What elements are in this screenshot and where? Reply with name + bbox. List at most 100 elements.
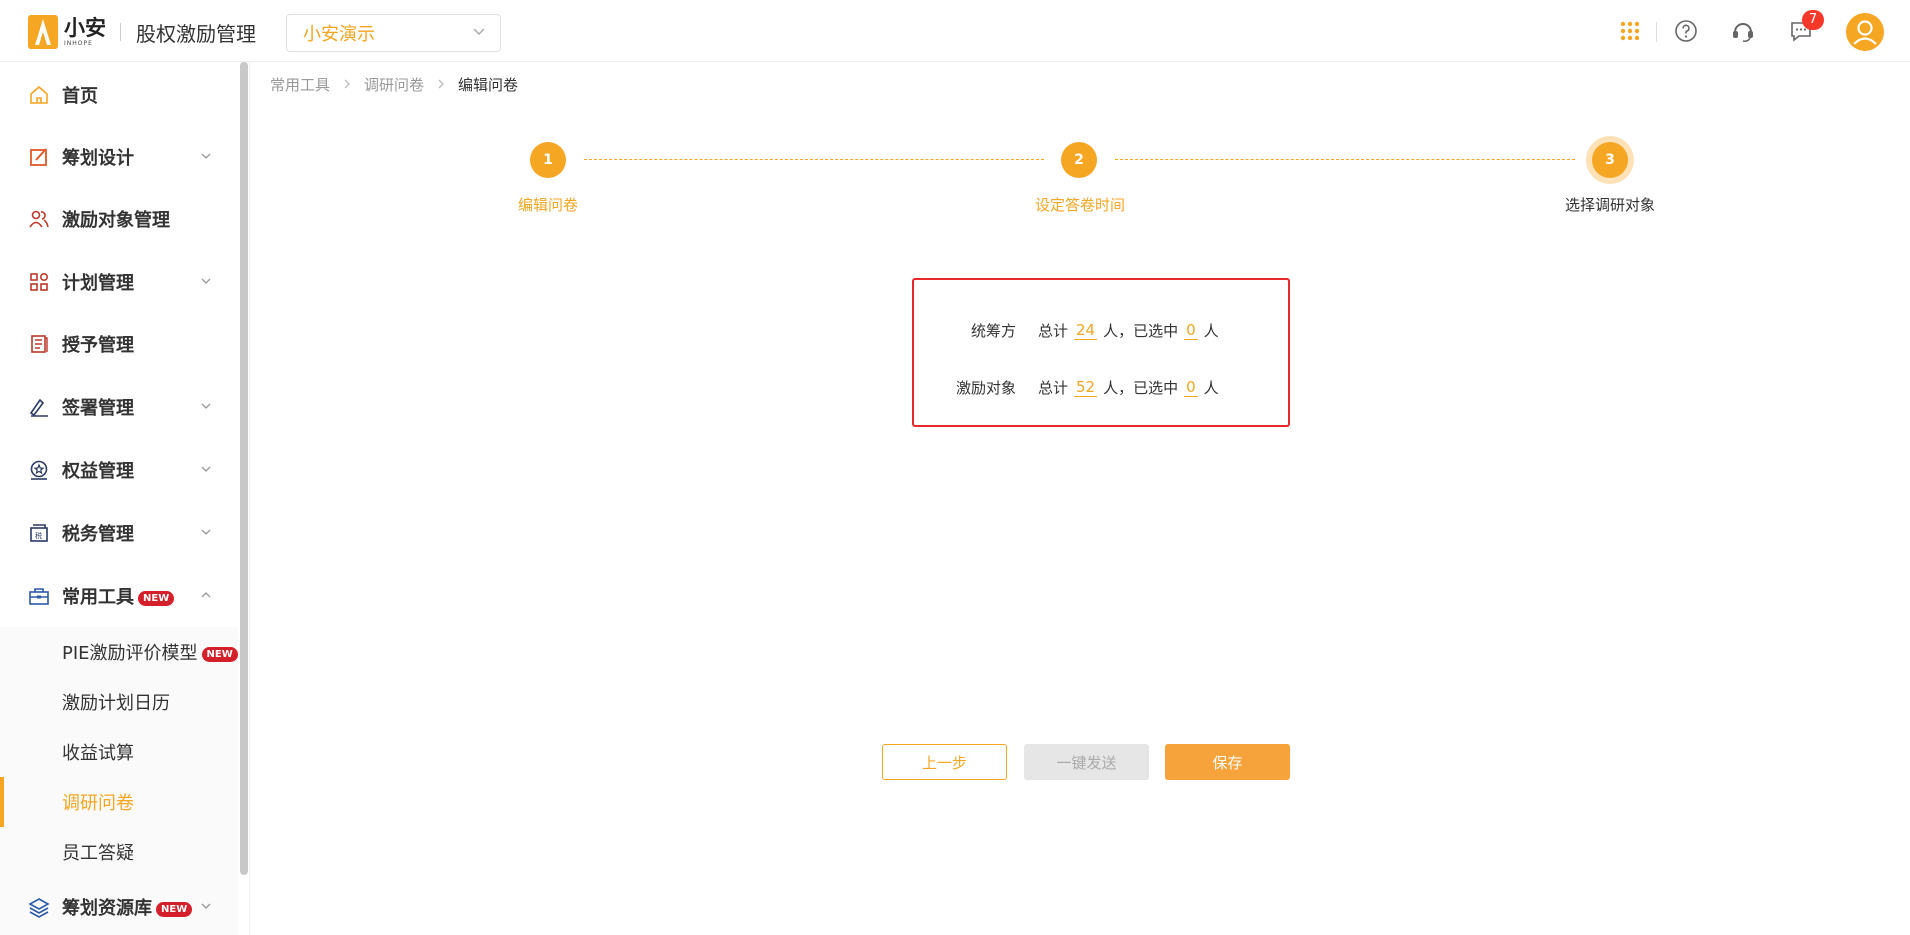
subitem-label: PIE激励评价模型 NEW <box>62 639 238 665</box>
selected-text: 人，已选中 <box>1103 322 1179 340</box>
sidebar-item-participants[interactable]: 激励对象管理 <box>0 188 238 250</box>
row-label: 激励对象 <box>955 379 1016 397</box>
total-prefix: 总计 <box>1038 322 1069 340</box>
sidebar-item-label: 计划管理 <box>62 273 134 294</box>
breadcrumb-item-current: 编辑问卷 <box>458 76 519 94</box>
sidebar-item-label: 筹划资源库 NEW <box>62 894 193 920</box>
step-connector <box>1115 159 1575 160</box>
sidebar-item-label: 授予管理 <box>62 335 134 356</box>
logo-name: 小安 <box>64 15 106 40</box>
chevron-down-icon <box>200 275 212 290</box>
chevron-down-icon <box>200 150 212 165</box>
toolbox-icon <box>28 585 50 607</box>
chevron-right-icon <box>342 76 352 94</box>
sidebar-item-label: 签署管理 <box>62 398 134 419</box>
chevron-right-icon <box>436 76 446 94</box>
brand-logo[interactable]: 小安 INHOPE <box>28 15 106 49</box>
chevron-down-icon <box>472 24 486 42</box>
subitem-label: 激励计划日历 <box>62 693 170 714</box>
help-icon[interactable] <box>1671 16 1701 46</box>
company-select[interactable]: 小安演示 <box>286 14 501 52</box>
customer-service-icon[interactable] <box>1728 16 1758 46</box>
selected-text: 人，已选中 <box>1103 379 1179 397</box>
message-count-badge: 7 <box>1802 10 1824 30</box>
edit-icon <box>28 146 50 168</box>
apps-grid-icon[interactable] <box>1615 16 1645 46</box>
sidebar-item-label: 首页 <box>62 86 98 107</box>
step-3-label: 选择调研对象 <box>1565 196 1656 214</box>
new-badge: NEW <box>156 901 193 917</box>
signature-icon <box>28 396 50 418</box>
sidebar-item-label: 激励对象管理 <box>62 210 170 231</box>
chevron-up-icon <box>200 589 212 604</box>
equity-icon <box>28 459 50 481</box>
user-avatar[interactable] <box>1846 13 1884 51</box>
step-2-circle[interactable]: 2 <box>1061 142 1097 178</box>
sidebar-subitem-calendar[interactable]: 激励计划日历 <box>0 677 238 727</box>
home-icon <box>28 84 50 106</box>
sidebar-item-tools[interactable]: 常用工具 NEW <box>0 565 238 627</box>
chevron-down-icon <box>200 526 212 541</box>
unit-text: 人 <box>1203 379 1219 397</box>
sidebar-item-signing[interactable]: 签署管理 <box>0 376 238 438</box>
header-icon-divider <box>1656 22 1657 42</box>
sidebar-item-label: 筹划设计 <box>62 148 134 169</box>
active-indicator <box>0 777 4 827</box>
layers-icon <box>28 896 50 918</box>
send-all-button[interactable]: 一键发送 <box>1024 744 1149 780</box>
total-count[interactable]: 24 <box>1074 321 1098 340</box>
sidebar-item-planning[interactable]: 筹划设计 <box>0 126 238 188</box>
sidebar-subitem-pie-model[interactable]: PIE激励评价模型 NEW <box>0 627 238 677</box>
logo-icon <box>28 15 58 49</box>
summary-row-participants: 激励对象 总计 52 人，已选中 0 人 <box>914 377 1288 401</box>
step-connector <box>584 159 1044 160</box>
new-badge: NEW <box>201 646 238 662</box>
top-header: 小安 INHOPE 股权激励管理 小安演示 7 <box>0 0 1910 62</box>
sidebar-item-home[interactable]: 首页 <box>0 64 238 126</box>
summary-row-coordinator: 统筹方 总计 24 人，已选中 0 人 <box>914 320 1288 344</box>
breadcrumb: 常用工具 调研问卷 编辑问卷 <box>270 74 518 95</box>
previous-step-button[interactable]: 上一步 <box>882 744 1007 780</box>
chevron-down-icon <box>200 463 212 478</box>
sidebar-item-plan-management[interactable]: 计划管理 <box>0 251 238 313</box>
selected-count[interactable]: 0 <box>1184 378 1198 397</box>
logo-subtitle: INHOPE <box>64 39 93 47</box>
sidebar-item-grant-management[interactable]: 授予管理 <box>0 313 238 375</box>
chevron-down-icon <box>200 400 212 415</box>
breadcrumb-item-tools[interactable]: 常用工具 <box>270 74 330 95</box>
unit-text: 人 <box>1203 322 1219 340</box>
subitem-label: 调研问卷 <box>62 793 134 814</box>
svg-text:税: 税 <box>35 531 42 540</box>
step-1-label: 编辑问卷 <box>518 196 579 214</box>
app-title: 股权激励管理 <box>136 22 256 46</box>
sidebar-item-equity[interactable]: 权益管理 <box>0 439 238 501</box>
step-3-circle[interactable]: 3 <box>1592 142 1628 178</box>
sidebar-item-label: 税务管理 <box>62 524 134 545</box>
sidebar-item-tax[interactable]: 税 税务管理 <box>0 502 238 564</box>
sidebar-subitem-return-calc[interactable]: 收益试算 <box>0 727 238 777</box>
tax-icon: 税 <box>28 522 50 544</box>
company-select-value: 小安演示 <box>303 24 375 45</box>
subitem-label: 收益试算 <box>62 743 134 764</box>
breadcrumb-item-survey[interactable]: 调研问卷 <box>364 74 424 95</box>
sidebar: 首页 筹划设计 激励对象管理 计划管理 授予管理 签署管理 权益管理 税 税务管… <box>0 62 250 935</box>
save-button[interactable]: 保存 <box>1165 744 1290 780</box>
book-icon <box>28 333 50 355</box>
users-icon <box>28 208 50 230</box>
sidebar-subitem-survey[interactable]: 调研问卷 <box>0 777 238 827</box>
chevron-down-icon <box>200 900 212 915</box>
total-prefix: 总计 <box>1038 379 1069 397</box>
total-count[interactable]: 52 <box>1074 378 1098 397</box>
sidebar-subitem-faq[interactable]: 员工答疑 <box>0 827 238 877</box>
grid-icon <box>28 271 50 293</box>
step-2-label: 设定答卷时间 <box>1035 196 1126 214</box>
sidebar-scrollbar[interactable] <box>240 62 248 875</box>
subitem-label: 员工答疑 <box>62 843 134 864</box>
row-label: 统筹方 <box>970 322 1016 340</box>
selected-count[interactable]: 0 <box>1184 321 1198 340</box>
header-divider <box>120 23 121 41</box>
sidebar-item-resources[interactable]: 筹划资源库 NEW <box>0 876 238 935</box>
step-1-circle[interactable]: 1 <box>530 142 566 178</box>
target-summary-panel: 统筹方 总计 24 人，已选中 0 人 激励对象 总计 52 人，已选中 0 人 <box>912 278 1290 427</box>
sidebar-item-label: 常用工具 NEW <box>62 583 175 609</box>
